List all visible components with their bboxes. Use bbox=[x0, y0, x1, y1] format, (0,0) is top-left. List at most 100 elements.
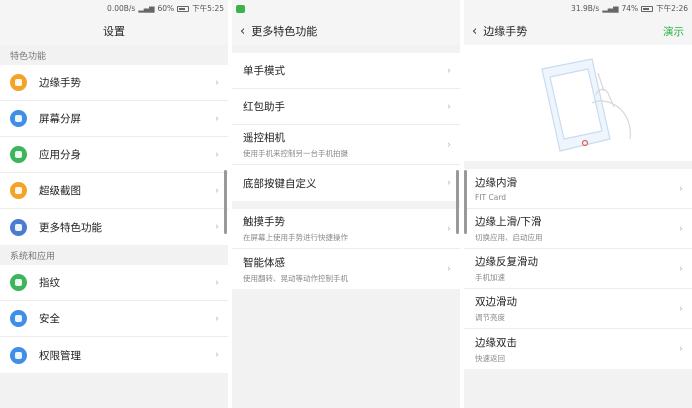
list-item[interactable]: 权限管理 › bbox=[0, 337, 228, 373]
page-title-bar: 设置 bbox=[0, 17, 228, 45]
signal-icon: ▂▄▆ bbox=[138, 4, 155, 13]
list-item-subtitle: 快速返回 bbox=[475, 353, 505, 363]
list-item-label: 权限管理 bbox=[39, 349, 81, 362]
chevron-right-icon: › bbox=[215, 349, 219, 361]
permission-icon bbox=[10, 346, 27, 364]
list-item[interactable]: 双边滑动调节亮度 › bbox=[464, 289, 692, 329]
list-item[interactable]: 底部按键自定义 › bbox=[232, 165, 460, 201]
chevron-right-icon: › bbox=[679, 183, 683, 194]
list-item-subtitle: 调节亮度 bbox=[475, 313, 505, 322]
gesture-group: 触摸手势在屏幕上使用手势进行快捷操作 › 智能体感使用翻转、晃动等动作控制手机 › bbox=[232, 209, 460, 289]
list-item[interactable]: 应用分身 › bbox=[0, 137, 228, 173]
list-item[interactable]: 指纹 › bbox=[0, 265, 228, 301]
screenshot-icon bbox=[10, 182, 27, 199]
chevron-right-icon: › bbox=[447, 139, 451, 150]
chevron-right-icon: › bbox=[447, 65, 451, 76]
list-item-label: 单手模式 bbox=[243, 65, 285, 77]
scrollbar[interactable] bbox=[456, 170, 459, 234]
list-item[interactable]: 安全 › bbox=[0, 301, 228, 337]
chevron-right-icon: › bbox=[679, 223, 683, 234]
chevron-right-icon: › bbox=[215, 221, 219, 233]
status-bar: 0.00B/s ▂▄▆ 60% 下午5:25 bbox=[0, 0, 228, 17]
list-item-subtitle: 手机加速 bbox=[475, 273, 505, 282]
page-title-bar: ‹ 更多特色功能 bbox=[232, 17, 460, 45]
list-item-label: 边缘手势 bbox=[39, 77, 81, 89]
network-speed: 0.00B/s bbox=[107, 4, 136, 13]
list-item[interactable]: 遥控相机使用手机来控制另一台手机拍摄 › bbox=[232, 125, 460, 165]
list-item-subtitle: 使用翻转、晃动等动作控制手机 bbox=[243, 273, 348, 283]
list-item[interactable]: 边缘手势 › bbox=[0, 65, 228, 101]
back-icon[interactable]: ‹ bbox=[240, 24, 245, 39]
fingerprint-icon bbox=[10, 274, 27, 291]
list-item-label: 智能体感 bbox=[243, 256, 285, 269]
section-label: 系统和应用 bbox=[10, 252, 56, 262]
list-item-label: 底部按键自定义 bbox=[243, 177, 317, 190]
split-screen-icon bbox=[10, 110, 27, 127]
list-item-label: 指纹 bbox=[39, 277, 60, 289]
edge-gesture-panel: 31.9B/s ▂▄▆ 74% 下午2:26 ‹ 边缘手势 演示 边缘内滑 FIT… bbox=[464, 0, 692, 408]
network-speed: 31.9B/s bbox=[571, 4, 600, 13]
list-item-label: 超级截图 bbox=[39, 185, 81, 197]
chevron-right-icon: › bbox=[679, 303, 683, 314]
scrollbar[interactable] bbox=[464, 170, 467, 234]
list-item-label: 边缘上滑/下滑 bbox=[475, 216, 542, 228]
chevron-right-icon: › bbox=[447, 177, 451, 189]
feature-list: 边缘手势 › 屏幕分屏 › 应用分身 › 超级截图 › 更多特色功能 › bbox=[0, 65, 228, 245]
list-item-label: 边缘反复滑动 bbox=[475, 256, 538, 268]
list-item[interactable]: 单手模式 › bbox=[232, 53, 460, 89]
gesture-icon bbox=[10, 74, 27, 91]
list-item[interactable]: 边缘上滑/下滑 切换应用、启动应用 › bbox=[464, 209, 692, 249]
list-item[interactable]: 边缘双击快速返回 › bbox=[464, 329, 692, 369]
list-item[interactable]: 更多特色功能 › bbox=[0, 209, 228, 245]
list-item-label: 触摸手势 bbox=[243, 216, 285, 228]
edge-gesture-list: 边缘内滑 FIT Card › 边缘上滑/下滑 切换应用、启动应用 › 边缘反复滑动 手机加速… bbox=[464, 169, 692, 369]
back-icon[interactable]: ‹ bbox=[472, 24, 477, 39]
list-item-label: 安全 bbox=[39, 313, 60, 325]
page-title: 设置 bbox=[103, 25, 125, 38]
more-features-panel: ‹ 更多特色功能 单手模式 › 红包助手 › 遥控相机 使用手机来控制另一台手机拍摄 › 底部… bbox=[232, 0, 460, 408]
gesture-illustration bbox=[464, 45, 692, 169]
battery-percent: 60% bbox=[157, 4, 175, 13]
signal-icon: ▂▄▆ bbox=[602, 4, 619, 13]
list-item-label: 双边滑动 bbox=[475, 296, 517, 308]
battery-icon bbox=[177, 5, 190, 12]
settings-panel: 0.00B/s ▂▄▆ 60% 下午5:25 设置 特色功能 边缘手势 › 屏幕分屏… bbox=[0, 0, 228, 408]
list-item[interactable]: 屏幕分屏 › bbox=[0, 101, 228, 137]
chevron-right-icon: › bbox=[215, 185, 219, 196]
list-item-label: 屏幕分屏 bbox=[39, 113, 81, 125]
list-item[interactable]: 边缘反复滑动 手机加速 › bbox=[464, 249, 692, 289]
page-title-bar: ‹ 边缘手势 演示 bbox=[464, 17, 692, 45]
list-item-label: 遥控相机 bbox=[243, 132, 285, 144]
clock: 下午5:25 bbox=[192, 4, 224, 13]
status-bar: 31.9B/s ▂▄▆ 74% 下午2:26 bbox=[464, 0, 692, 17]
page-title: 更多特色功能 bbox=[251, 25, 318, 38]
chevron-right-icon: › bbox=[447, 223, 451, 234]
list-item-subtitle: 使用手机来控制另一台手机拍摄 bbox=[243, 149, 348, 158]
page-title: 边缘手势 bbox=[483, 25, 528, 38]
clock: 下午2:26 bbox=[656, 4, 688, 13]
list-item-subtitle: 在屏幕上使用手势进行快捷操作 bbox=[243, 233, 348, 242]
list-item-subtitle: 切换应用、启动应用 bbox=[475, 233, 543, 242]
status-bar bbox=[232, 0, 460, 17]
chevron-right-icon: › bbox=[215, 277, 219, 288]
list-item[interactable]: 边缘内滑 FIT Card › bbox=[464, 169, 692, 209]
phone-hand-illustration bbox=[541, 58, 631, 152]
chevron-right-icon: › bbox=[679, 263, 683, 274]
chevron-right-icon: › bbox=[215, 149, 219, 160]
list-item-label: 更多特色功能 bbox=[39, 221, 102, 234]
battery-icon bbox=[641, 5, 654, 12]
list-item[interactable]: 触摸手势在屏幕上使用手势进行快捷操作 › bbox=[232, 209, 460, 249]
chevron-right-icon: › bbox=[215, 113, 219, 124]
more-icon bbox=[10, 218, 27, 236]
system-list: 指纹 › 安全 › 权限管理 › bbox=[0, 265, 228, 373]
list-item[interactable]: 超级截图 › bbox=[0, 173, 228, 209]
notification-icon bbox=[236, 4, 245, 13]
list-item[interactable]: 红包助手 › bbox=[232, 89, 460, 125]
chevron-right-icon: › bbox=[215, 77, 219, 88]
chevron-right-icon: › bbox=[679, 343, 683, 355]
scrollbar[interactable] bbox=[224, 170, 227, 234]
list-item-label: 边缘双击 bbox=[475, 336, 517, 349]
chevron-right-icon: › bbox=[447, 101, 451, 112]
demo-button[interactable]: 演示 bbox=[663, 24, 684, 39]
list-item[interactable]: 智能体感 使用翻转、晃动等动作控制手机 › bbox=[232, 249, 460, 289]
